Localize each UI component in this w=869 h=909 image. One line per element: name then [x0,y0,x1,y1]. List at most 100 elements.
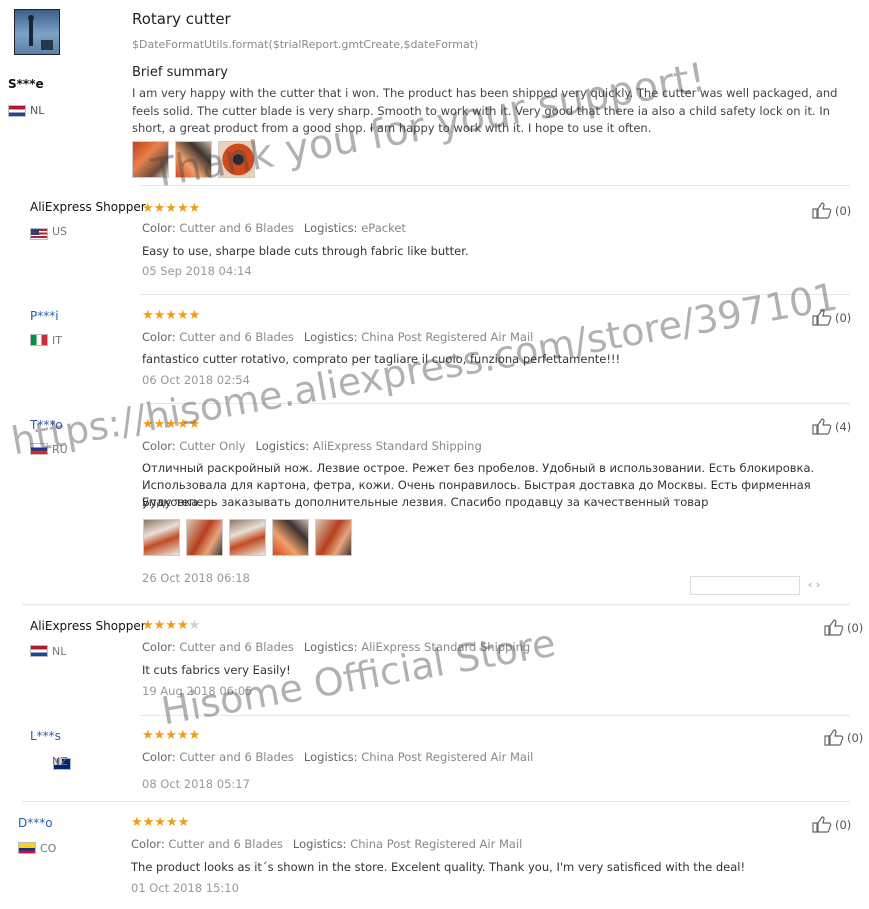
order-attributes: Color: Cutter and 6 Blades Logistics: ePa… [142,221,406,235]
review-photo[interactable] [132,141,169,178]
color-value: Cutter and 6 Blades [179,750,294,764]
color-value: Cutter Only [179,439,246,453]
helpful-count: (4) [835,419,852,434]
reviewer-country: NL [52,645,67,658]
color-value: Cutter and 6 Blades [179,640,294,654]
flag-icon [30,645,48,657]
star-rating: ★★★★★ [142,728,201,743]
divider [22,801,850,802]
logistics-value: China Post Registered Air Mail [361,330,534,344]
review-photo[interactable] [186,519,223,556]
logistics-value: AliExpress Standard Shipping [361,640,531,654]
flag-icon [8,105,26,117]
star-rating: ★★★★★ [142,417,201,432]
review-photo[interactable] [315,519,352,556]
reviewer-country: CO [40,842,57,855]
sort-select[interactable] [690,576,800,595]
helpful-button[interactable]: (0) [812,816,851,833]
reviewer-name: AliExpress Shopper [30,619,146,633]
reviewer-name: AliExpress Shopper [30,200,146,214]
logistics-label: Logistics: [292,837,347,851]
review-photo[interactable] [218,141,255,178]
reviewer-country: NL [30,104,45,117]
product-title[interactable]: Rotary cutter [132,10,231,28]
reviewer-name: S***e [8,77,44,91]
order-attributes: Color: Cutter and 6 Blades Logistics: Chi… [131,837,522,851]
flag-icon [30,334,48,346]
review-text: The product looks as it´s shown in the s… [131,860,746,874]
color-label: Color: [142,640,176,654]
review-photos [132,141,255,178]
logistics-label: Logistics: [303,640,358,654]
logistics-value: China Post Registered Air Mail [350,837,523,851]
star-rating: ★★★★★ [142,308,201,323]
avatar[interactable] [14,9,60,55]
star-rating: ★★★★★ [142,618,201,633]
thumbs-up-icon [812,309,832,326]
review-date: 01 Oct 2018 15:10 [131,881,239,895]
review-text: Буду теперь заказывать дополнительные ле… [142,495,709,509]
divider [140,715,850,716]
divider [140,185,850,186]
helpful-button[interactable]: (0) [824,729,863,746]
helpful-count: (0) [847,730,864,745]
reviewer-name[interactable]: T***o [30,418,63,432]
color-label: Color: [142,750,176,764]
helpful-button[interactable]: (0) [812,202,851,219]
order-attributes: Color: Cutter and 6 Blades Logistics: Chi… [142,330,533,344]
color-value: Cutter and 6 Blades [179,221,294,235]
helpful-button[interactable]: (4) [812,418,851,435]
reviewer-country: RU [52,443,68,456]
review-text: fantastico cutter rotativo, comprato per… [142,352,621,366]
logistics-label: Logistics: [303,750,358,764]
pager[interactable]: ‹ › [808,578,820,591]
logistics-value: ePacket [361,221,406,235]
divider [22,604,850,605]
color-label: Color: [142,221,176,235]
star-rating: ★★★★★ [131,815,190,830]
review-date: 08 Oct 2018 05:17 [142,777,250,791]
reviewer-name[interactable]: L***s [30,729,61,743]
review-photo[interactable] [175,141,212,178]
reviewer-country: NZ [52,755,68,768]
divider [140,294,850,295]
color-label: Color: [131,837,165,851]
thumbs-up-icon [824,729,844,746]
summary-heading: Brief summary [132,65,228,80]
reviewer-name[interactable]: D***o [18,816,53,830]
logistics-label: Logistics: [303,330,358,344]
review-photos [143,519,352,556]
thumbs-up-icon [812,816,832,833]
helpful-button[interactable]: (0) [812,309,851,326]
star-rating: ★★★★★ [142,201,201,216]
reviewer-country: US [52,225,68,238]
report-date: $DateFormatUtils.format($trialReport.gmt… [132,38,479,51]
logistics-label: Logistics: [303,221,358,235]
logistics-label: Logistics: [255,439,310,453]
summary-text: I am very happy with the cutter that i w… [132,86,838,135]
thumbs-up-icon [812,418,832,435]
review-date: 06 Oct 2018 02:54 [142,373,250,387]
flag-icon [30,228,48,240]
helpful-count: (0) [847,620,864,635]
review-photo[interactable] [143,519,180,556]
flag-icon [18,842,36,854]
thumbs-up-icon [824,619,844,636]
order-attributes: Color: Cutter and 6 Blades Logistics: Chi… [142,750,533,764]
review-photo[interactable] [272,519,309,556]
helpful-count: (0) [835,817,852,832]
reviewer-name[interactable]: P***i [30,309,59,323]
watermark: https://hisome.aliexpress.com/store/3971… [8,274,841,464]
divider [140,403,850,404]
helpful-count: (0) [835,310,852,325]
filter-toolbar: ‹ › [0,576,869,598]
color-value: Cutter and 6 Blades [168,837,283,851]
helpful-count: (0) [835,203,852,218]
logistics-value: China Post Registered Air Mail [361,750,534,764]
helpful-button[interactable]: (0) [824,619,863,636]
review-photo[interactable] [229,519,266,556]
review-date: 05 Sep 2018 04:14 [142,264,252,278]
review-text: It cuts fabrics very Easily! [142,663,291,677]
color-value: Cutter and 6 Blades [179,330,294,344]
color-label: Color: [142,330,176,344]
